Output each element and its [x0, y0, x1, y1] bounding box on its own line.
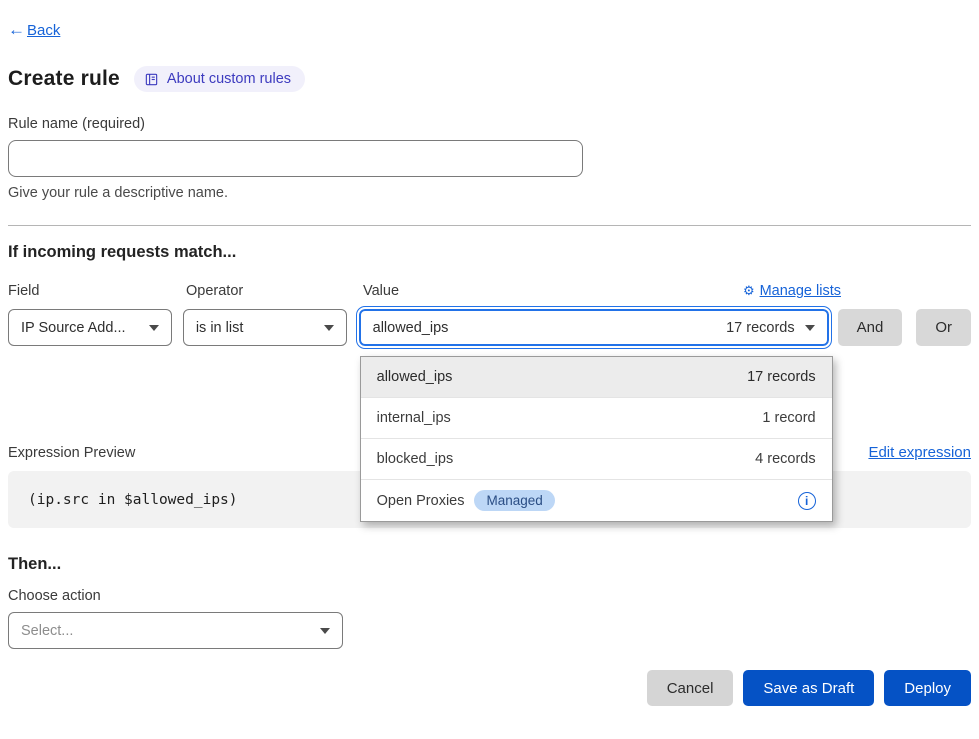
- cancel-button[interactable]: Cancel: [647, 670, 734, 706]
- operator-label: Operator: [186, 283, 353, 299]
- rule-name-helper: Give your rule a descriptive name.: [8, 185, 971, 201]
- create-rule-page: ← Back Create rule About custom rules Ru…: [0, 0, 979, 739]
- footer-actions: Cancel Save as Draft Deploy: [8, 670, 971, 706]
- value-select-value: allowed_ips: [373, 320, 449, 336]
- condition-labels-row: Field Operator Value ⚙ Manage lists: [8, 283, 971, 299]
- chevron-down-icon: [805, 325, 815, 331]
- page-title: Create rule: [8, 67, 120, 91]
- list-option-blocked-ips[interactable]: blocked_ips 4 records: [361, 439, 832, 480]
- list-option-name: allowed_ips: [377, 369, 453, 385]
- value-select-wrap: allowed_ips 17 records allowed_ips 17 re…: [357, 307, 831, 348]
- action-select-placeholder: Select...: [21, 623, 73, 639]
- or-button[interactable]: Or: [916, 309, 971, 346]
- rule-name-label: Rule name (required): [8, 116, 971, 132]
- book-icon: [144, 72, 159, 87]
- list-dropdown: allowed_ips 17 records internal_ips 1 re…: [360, 356, 833, 522]
- field-select-value: IP Source Add...: [21, 320, 126, 336]
- about-custom-rules-link[interactable]: About custom rules: [134, 66, 305, 92]
- deploy-button[interactable]: Deploy: [884, 670, 971, 706]
- match-section-heading: If incoming requests match...: [8, 243, 971, 262]
- manage-lists-link[interactable]: ⚙ Manage lists: [743, 283, 841, 299]
- title-row: Create rule About custom rules: [8, 66, 971, 92]
- expression-code: (ip.src in $allowed_ips): [28, 492, 238, 508]
- section-divider: [8, 225, 971, 226]
- list-option-allowed-ips[interactable]: allowed_ips 17 records: [361, 357, 832, 398]
- value-select[interactable]: allowed_ips 17 records: [359, 309, 829, 346]
- info-icon[interactable]: i: [798, 492, 816, 510]
- manage-lists-label: Manage lists: [760, 283, 841, 299]
- edit-expression-link[interactable]: Edit expression: [868, 444, 971, 461]
- list-option-name: blocked_ips: [377, 451, 454, 467]
- gear-icon: ⚙: [743, 283, 755, 299]
- field-select[interactable]: IP Source Add...: [8, 309, 172, 346]
- chevron-down-icon: [320, 628, 330, 634]
- managed-badge: Managed: [474, 490, 554, 511]
- chevron-down-icon: [324, 325, 334, 331]
- action-select[interactable]: Select...: [8, 612, 343, 649]
- back-arrow-icon: ←: [8, 20, 25, 40]
- list-option-records: 17 records: [747, 369, 816, 385]
- list-option-name: internal_ips: [377, 410, 451, 426]
- then-heading: Then...: [8, 555, 971, 574]
- chevron-down-icon: [149, 325, 159, 331]
- operator-select[interactable]: is in list: [183, 309, 347, 346]
- expression-preview-label: Expression Preview: [8, 445, 135, 461]
- about-badge-label: About custom rules: [167, 71, 291, 87]
- value-label: Value: [363, 283, 399, 299]
- operator-select-value: is in list: [196, 320, 244, 336]
- and-button[interactable]: And: [838, 309, 903, 346]
- list-option-records: 4 records: [755, 451, 815, 467]
- field-label: Field: [8, 283, 175, 299]
- rule-name-input[interactable]: [8, 140, 583, 177]
- save-draft-button[interactable]: Save as Draft: [743, 670, 874, 706]
- list-option-name: Open Proxies: [377, 493, 465, 509]
- back-link[interactable]: ← Back: [8, 20, 60, 40]
- value-records-count: 17 records: [726, 320, 795, 336]
- choose-action-label: Choose action: [8, 588, 971, 604]
- list-option-records: 1 record: [762, 410, 815, 426]
- back-link-label: Back: [27, 22, 60, 39]
- list-option-internal-ips[interactable]: internal_ips 1 record: [361, 398, 832, 439]
- list-option-open-proxies[interactable]: Open Proxies Managed i: [361, 480, 832, 521]
- condition-row: IP Source Add... is in list allowed_ips …: [8, 307, 971, 348]
